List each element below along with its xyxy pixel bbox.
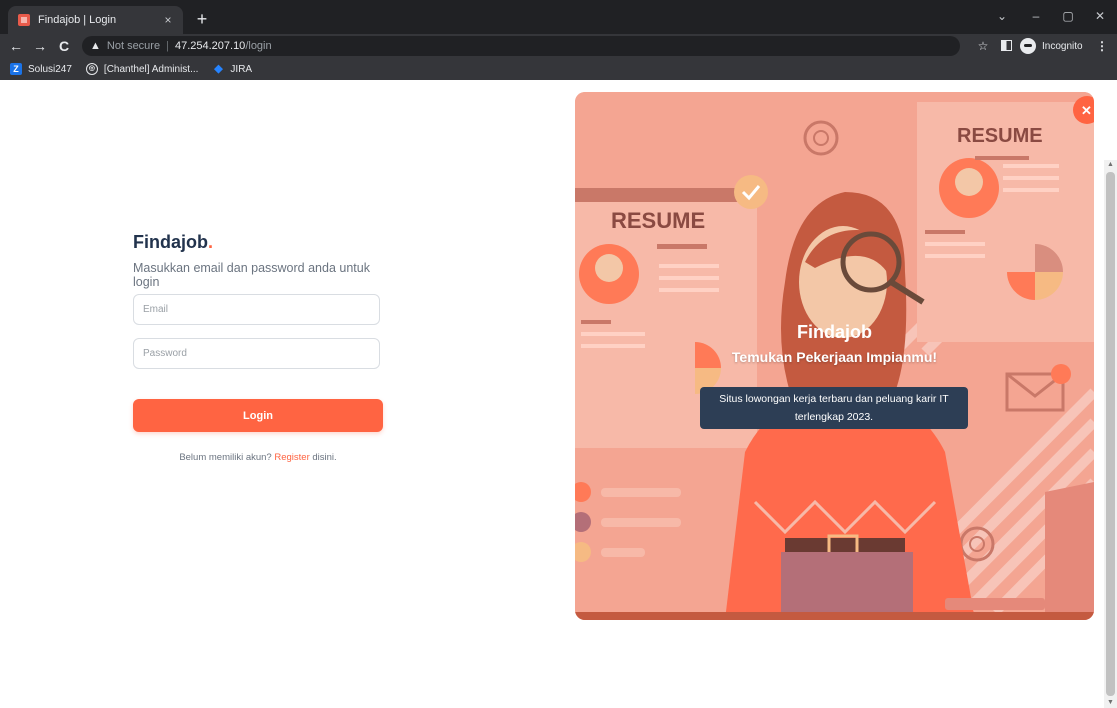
hero-text: Findajob Temukan Pekerjaan Impianmu! [575, 322, 1094, 365]
brand-name: Findajob [133, 232, 208, 252]
bookmarks-bar: Z Solusi247 ◎ [Chanthel] Administ... ◆ J… [0, 58, 1117, 80]
forward-button[interactable]: → [30, 36, 50, 56]
password-field[interactable] [133, 338, 380, 369]
login-subtitle: Masukkan email dan password anda untuk l… [133, 261, 370, 289]
bookmark-label: [Chanthel] Administ... [103, 63, 199, 75]
address-bar[interactable]: ▲ Not secure | 47.254.207.10/login [82, 36, 960, 56]
bookmark-jira[interactable]: ◆ JIRA [212, 63, 252, 75]
hero-tagline: Temukan Pekerjaan Impianmu! [731, 349, 938, 365]
restore-button[interactable]: ▢ [1056, 6, 1080, 26]
scroll-up-icon[interactable]: ▲ [1104, 160, 1117, 170]
register-suffix: disini. [312, 452, 337, 463]
register-link[interactable]: Register [274, 452, 309, 463]
url-path: /login [245, 40, 272, 52]
bookmark-solusi247[interactable]: Z Solusi247 [10, 63, 72, 75]
browser-toolbar: ← → C ▲ Not secure | 47.254.207.10/login… [0, 34, 1117, 58]
page-content: Findajob. Masukkan email dan password an… [0, 80, 1117, 708]
browser-chrome: Findajob | Login × + ⌄ – ▢ ✕ ← → C ▲ Not… [0, 0, 1117, 80]
menu-icon[interactable]: ⋮ [1094, 36, 1110, 56]
minimize-button[interactable]: – [1024, 6, 1048, 26]
not-secure-label: Not secure [106, 40, 161, 52]
hero-description: Situs lowongan kerja terbaru dan peluang… [700, 387, 968, 429]
hero-title: Findajob [797, 322, 872, 342]
login-panel: Findajob. Masukkan email dan password an… [133, 232, 383, 463]
back-button[interactable]: ← [6, 36, 26, 56]
incognito-label: Incognito [1042, 40, 1083, 52]
not-secure-warning-icon: ▲ [90, 40, 101, 52]
tab-findajob-login[interactable]: Findajob | Login × [8, 6, 183, 34]
tab-title: Findajob | Login [38, 14, 117, 26]
jira-icon: ◆ [214, 63, 223, 75]
scroll-down-icon[interactable]: ▼ [1104, 698, 1117, 708]
bookmark-chanthel-admin[interactable]: ◎ [Chanthel] Administ... [85, 63, 199, 75]
url-separator: | [166, 40, 169, 52]
hero-banner: RESUME RESUME ✕ Findajob Temukan Pekerja… [575, 92, 1094, 620]
globe-icon: ◎ [85, 63, 98, 75]
register-prompt: Belum memiliki akun? Register disini. [133, 452, 383, 463]
bookmark-star-icon[interactable]: ☆ [974, 36, 992, 56]
tab-strip: Findajob | Login × + ⌄ – ▢ ✕ [0, 0, 1117, 34]
incognito-icon [1020, 38, 1036, 54]
solusi247-icon: Z [10, 63, 22, 75]
tab-search-icon[interactable]: ⌄ [990, 6, 1014, 26]
brand-logo: Findajob. [133, 232, 383, 253]
bookmark-label: Solusi247 [28, 63, 72, 75]
brand-dot: . [208, 232, 214, 252]
tab-close-icon[interactable]: × [159, 13, 177, 27]
svg-text:✕: ✕ [1081, 103, 1092, 118]
resume-label-left: RESUME [611, 208, 705, 233]
scrollbar-thumb[interactable] [1106, 172, 1115, 696]
favicon-icon [18, 14, 30, 26]
register-prefix: Belum memiliki akun? [179, 452, 272, 463]
email-field[interactable] [133, 294, 380, 325]
resume-label-right: RESUME [957, 125, 1043, 147]
bookmark-label: JIRA [230, 63, 253, 75]
reload-button[interactable]: C [54, 36, 74, 56]
close-window-button[interactable]: ✕ [1088, 6, 1112, 26]
url-host: 47.254.207.10 [174, 40, 246, 52]
side-panel-icon[interactable] [998, 36, 1014, 56]
incognito-indicator[interactable]: Incognito [1020, 37, 1083, 55]
page-scrollbar[interactable]: ▲ ▼ [1104, 160, 1117, 708]
login-button[interactable]: Login [133, 399, 383, 432]
new-tab-button[interactable]: + [190, 8, 214, 32]
